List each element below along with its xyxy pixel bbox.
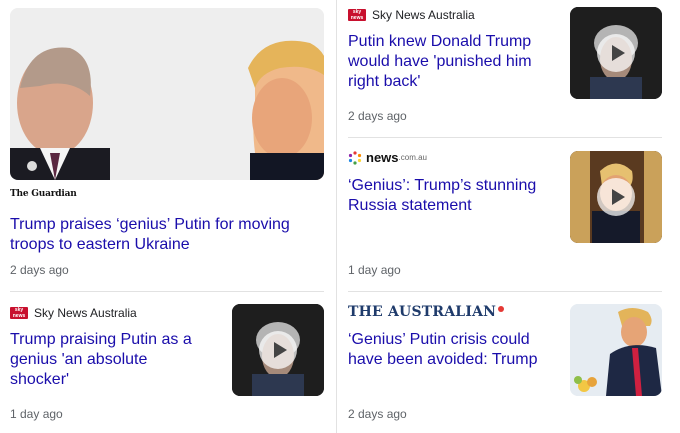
news-card-guardian[interactable]: The Guardian Trump praises ‘genius’ Puti… [0,0,330,290]
news-com-au-dots-icon [348,150,362,165]
source-suffix: .com.au [398,153,427,162]
video-thumbnail[interactable] [570,7,662,99]
headline[interactable]: Trump praising Putin as a genius 'an abs… [10,330,210,390]
article-thumbnail[interactable] [570,304,662,396]
headline[interactable]: Trump praises ‘genius’ Putin for moving … [10,215,330,255]
play-icon [259,331,297,369]
guardian-logo: The Guardian [10,189,77,199]
photo-trump [570,304,662,396]
news-card-sky-news-1[interactable]: sky news Sky News Australia Putin knew Do… [338,0,680,137]
timestamp: 1 day ago [348,263,401,277]
sky-news-logo: sky news [348,9,366,21]
australian-dot-icon [498,306,505,312]
news-card-the-australian[interactable]: THE AUSTRALIAN ‘Genius’ Putin crisis cou… [338,292,680,433]
news-card-news-com-au[interactable]: news .com.au ‘Genius’: Trump’s stunning R… [338,138,680,290]
headline[interactable]: ‘Genius’ Putin crisis could have been av… [348,330,548,370]
the-australian-logo: THE AUSTRALIAN [348,304,505,320]
timestamp: 2 days ago [348,407,407,421]
source-name: Sky News Australia [34,306,137,320]
headline[interactable]: ‘Genius’: Trump’s stunning Russia statem… [348,176,548,216]
source: sky news Sky News Australia [10,306,137,320]
column-divider [336,0,337,433]
timestamp: 1 day ago [10,407,63,421]
photo-putin-trump [10,8,324,180]
timestamp: 2 days ago [10,263,69,277]
thumbnail-putin-trump [10,8,324,180]
headline[interactable]: Putin knew Donald Trump would have 'puni… [348,32,558,92]
video-thumbnail[interactable] [232,304,324,396]
video-thumbnail[interactable] [570,151,662,243]
source-name: Sky News Australia [372,8,475,22]
timestamp: 2 days ago [348,109,407,123]
source: sky news Sky News Australia [348,8,475,22]
play-icon [597,178,635,216]
source-name: THE AUSTRALIAN [348,304,497,320]
sky-news-logo: sky news [10,307,28,319]
source-name: news [366,150,399,165]
news-com-au-logo: news .com.au [348,150,427,165]
news-card-sky-news-2[interactable]: sky news Sky News Australia Trump praisin… [0,292,330,433]
play-icon [597,34,635,72]
